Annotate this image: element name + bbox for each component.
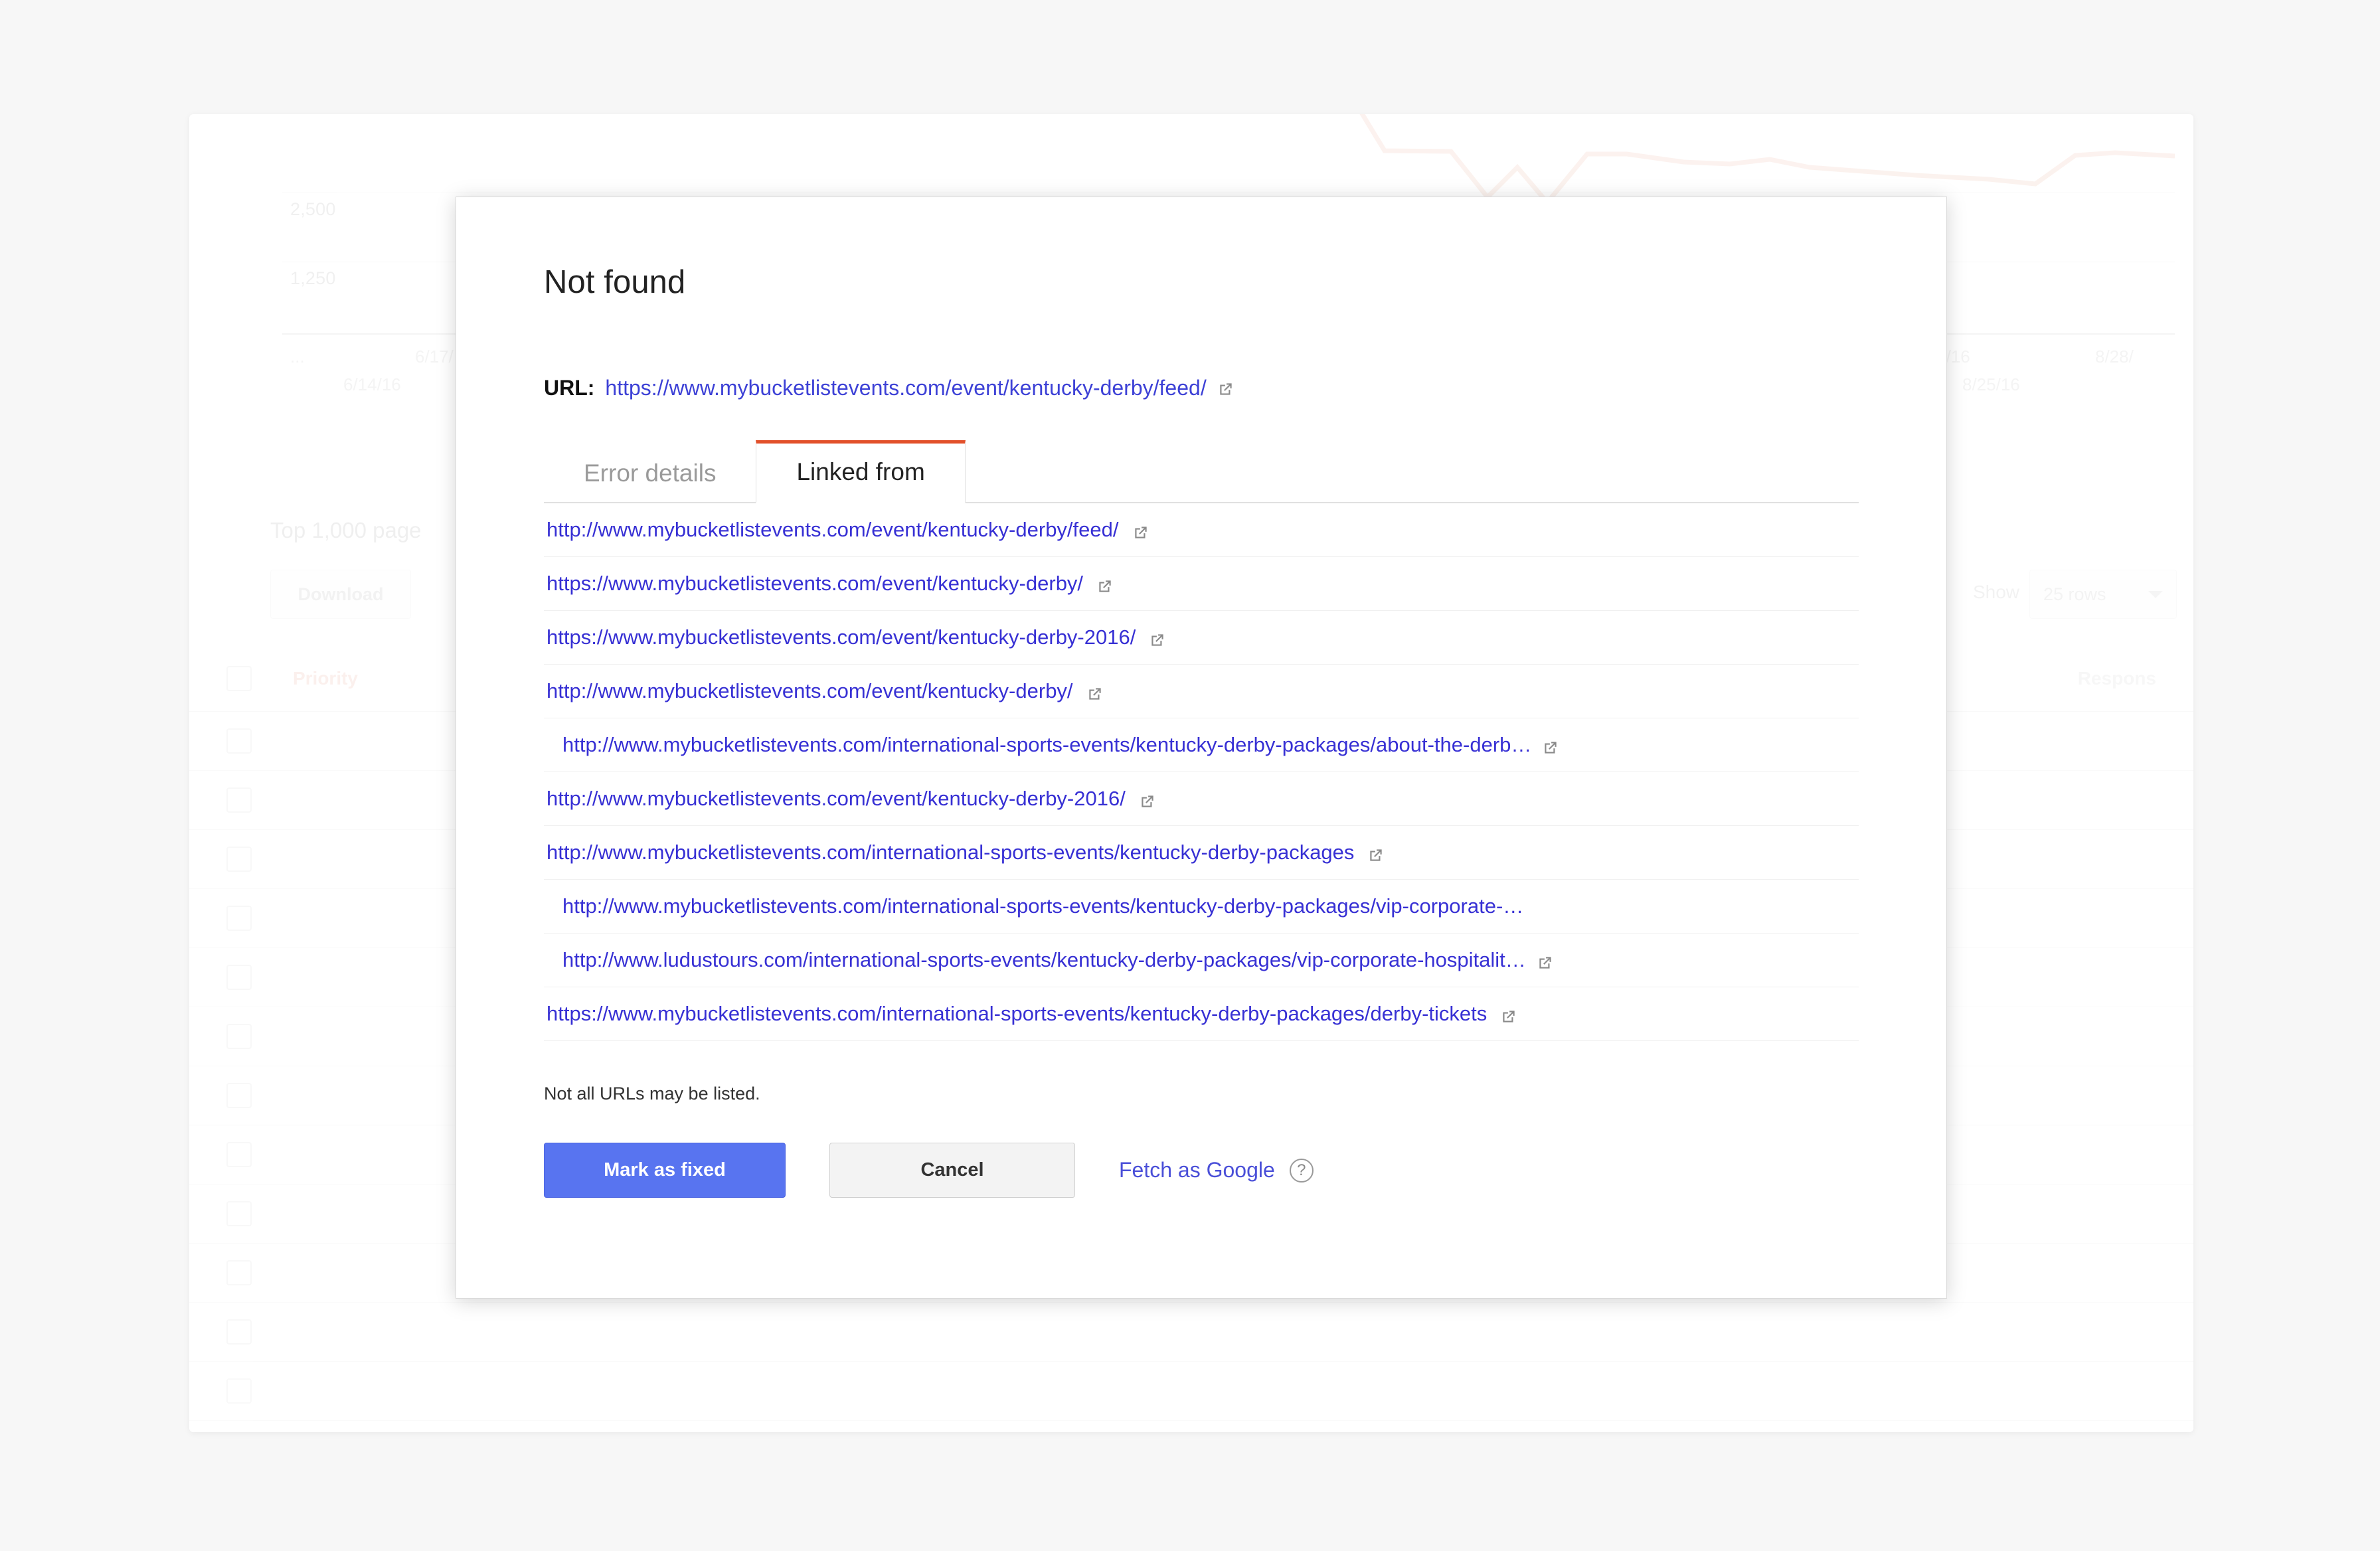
external-link-icon[interactable] — [1132, 524, 1149, 541]
linked-from-row[interactable]: http://www.mybucketlistevents.com/event/… — [544, 665, 1859, 718]
linked-from-url[interactable]: https://www.mybucketlistevents.com/inter… — [547, 1002, 1487, 1026]
external-link-icon[interactable] — [1537, 954, 1554, 971]
linked-from-row[interactable]: http://www.ludustours.com/international-… — [544, 934, 1859, 987]
screen: 2,500 1,250 ... 6/17/ 8/22/16 8/28/ 6/14… — [0, 0, 2380, 1551]
linked-from-row[interactable]: http://www.mybucketlistevents.com/event/… — [544, 503, 1859, 557]
chart-xtick: 6/17/ — [415, 347, 454, 367]
external-link-icon[interactable] — [1096, 578, 1114, 595]
dialog-url-row: URL: https://www.mybucketlistevents.com/… — [544, 376, 1859, 400]
row-checkbox[interactable] — [226, 1142, 252, 1167]
help-icon[interactable]: ? — [1290, 1159, 1314, 1183]
column-header-priority[interactable]: Priority — [252, 668, 382, 689]
table-row[interactable] — [189, 1362, 2193, 1421]
row-checkbox[interactable] — [226, 1260, 252, 1285]
chart-xtick: 8/25/16 — [1962, 374, 2020, 395]
table-title: Top 1,000 page — [270, 518, 422, 543]
row-checkbox[interactable] — [226, 1083, 252, 1108]
url-label: URL: — [544, 376, 594, 400]
external-link-icon[interactable] — [1139, 793, 1156, 810]
external-link-icon[interactable] — [1217, 378, 1234, 396]
chart-xtick: 6/14/16 — [343, 374, 401, 395]
row-checkbox[interactable] — [226, 1319, 252, 1345]
row-checkbox[interactable] — [226, 847, 252, 872]
row-checkbox[interactable] — [226, 1024, 252, 1049]
url-value-link[interactable]: https://www.mybucketlistevents.com/event… — [605, 376, 1206, 400]
linked-from-url[interactable]: http://www.mybucketlistevents.com/event/… — [547, 787, 1126, 811]
external-link-icon[interactable] — [1149, 631, 1166, 649]
cancel-button[interactable]: Cancel — [829, 1143, 1075, 1198]
row-checkbox[interactable] — [226, 1378, 252, 1404]
linked-from-url[interactable]: http://www.mybucketlistevents.com/event/… — [547, 679, 1073, 703]
rows-per-page-value: 25 rows — [2043, 584, 2106, 605]
dialog-actions: Mark as fixed Cancel Fetch as Google ? — [544, 1143, 1859, 1198]
linked-from-url[interactable]: http://www.mybucketlistevents.com/intern… — [562, 894, 1523, 918]
linked-from-row[interactable]: https://www.mybucketlistevents.com/inter… — [544, 987, 1859, 1041]
linked-from-row[interactable]: http://www.mybucketlistevents.com/intern… — [544, 880, 1859, 934]
tab-linked-from[interactable]: Linked from — [756, 440, 965, 503]
rows-per-page-select[interactable]: 25 rows — [2029, 570, 2177, 619]
row-checkbox[interactable] — [226, 1201, 252, 1226]
table-row[interactable] — [189, 1421, 2193, 1432]
chart-xtick: 8/28/ — [2095, 347, 2134, 367]
fetch-as-google-link[interactable]: Fetch as Google ? — [1119, 1158, 1314, 1183]
linked-from-row[interactable]: http://www.mybucketlistevents.com/intern… — [544, 718, 1859, 772]
linked-from-row[interactable]: http://www.mybucketlistevents.com/event/… — [544, 772, 1859, 826]
column-header-response[interactable]: Respons — [1930, 668, 2156, 689]
mark-as-fixed-button[interactable]: Mark as fixed — [544, 1143, 786, 1198]
dialog-title: Not found — [544, 264, 1859, 301]
linked-from-row[interactable]: http://www.mybucketlistevents.com/intern… — [544, 826, 1859, 880]
linked-from-url[interactable]: http://www.ludustours.com/international-… — [562, 948, 1526, 972]
linked-from-row[interactable]: https://www.mybucketlistevents.com/event… — [544, 557, 1859, 611]
external-link-icon[interactable] — [1500, 1008, 1517, 1025]
external-link-icon[interactable] — [1086, 685, 1104, 702]
not-all-urls-note: Not all URLs may be listed. — [544, 1084, 1859, 1104]
chart-xtick: ... — [290, 347, 305, 367]
linked-from-url[interactable]: http://www.mybucketlistevents.com/event/… — [547, 518, 1119, 542]
tab-error-details[interactable]: Error details — [544, 442, 756, 503]
row-checkbox[interactable] — [226, 728, 252, 754]
dialog-tabs: Error details Linked from — [544, 439, 1859, 503]
row-checkbox[interactable] — [226, 906, 252, 931]
download-button[interactable]: Download — [270, 570, 411, 619]
row-checkbox[interactable] — [226, 965, 252, 990]
not-found-dialog: Not found URL: https://www.mybucketliste… — [456, 197, 1947, 1299]
fetch-as-google-label: Fetch as Google — [1119, 1158, 1275, 1183]
select-all-checkbox[interactable] — [226, 666, 252, 691]
linked-from-list: http://www.mybucketlistevents.com/event/… — [544, 503, 1859, 1041]
linked-from-url[interactable]: https://www.mybucketlistevents.com/event… — [547, 625, 1136, 649]
row-checkbox[interactable] — [226, 787, 252, 813]
external-link-icon[interactable] — [1367, 847, 1385, 864]
external-link-icon[interactable] — [1542, 739, 1559, 756]
table-row[interactable] — [189, 1303, 2193, 1362]
linked-from-url[interactable]: http://www.mybucketlistevents.com/intern… — [562, 733, 1531, 757]
linked-from-row[interactable]: https://www.mybucketlistevents.com/event… — [544, 611, 1859, 665]
linked-from-url[interactable]: http://www.mybucketlistevents.com/intern… — [547, 841, 1354, 864]
chevron-down-icon — [2148, 591, 2163, 598]
show-label: Show — [1973, 582, 2019, 603]
linked-from-url[interactable]: https://www.mybucketlistevents.com/event… — [547, 572, 1083, 596]
